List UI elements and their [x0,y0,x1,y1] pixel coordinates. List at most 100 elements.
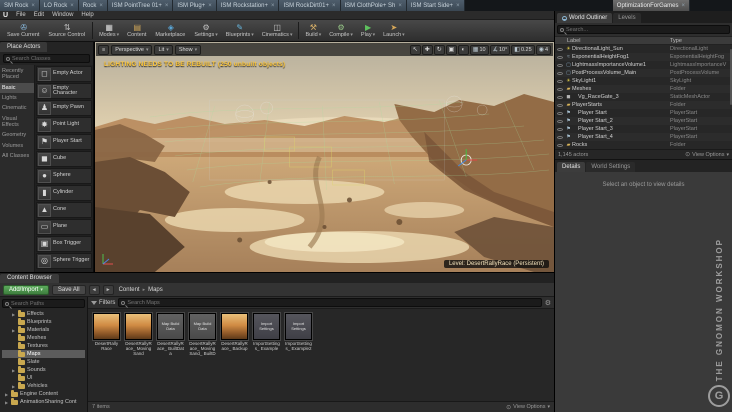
outliner-row[interactable]: ⚑ Player Start_2 PlayerStart [555,117,732,125]
folder-row[interactable]: Meshes [2,333,85,342]
place-actor-item[interactable]: ✸ Point Light [36,117,92,133]
type-column-header[interactable]: Type [670,38,732,44]
levels-tab[interactable]: Levels [613,13,641,23]
menu-item[interactable]: Edit [30,11,48,20]
lit-mode-button[interactable]: Lit [154,44,173,55]
visibility-eye-icon[interactable] [557,55,563,59]
place-actor-item[interactable]: ▮ Cylinder [36,185,92,201]
place-category[interactable]: Basic [0,82,34,93]
place-actor-item[interactable]: ◻ Empty Actor [36,66,92,82]
outliner-row[interactable]: ◼ Vg_RaceGate_3 StaticMeshActor [555,93,732,101]
outliner-row[interactable]: ▢ LightmassImportanceVolume1 LightmassIm… [555,61,732,69]
document-tab[interactable]: ISM ClothPole+ Sh [340,0,407,11]
folder-row[interactable]: Textures [2,341,85,350]
expander-arrow-icon[interactable]: ▶ [11,384,16,389]
place-category[interactable]: Geometry [0,130,34,140]
transform-tool-button[interactable]: ↖ [409,44,421,55]
menu-item[interactable]: File [12,11,30,20]
outliner-row[interactable]: ▰ PlayerStarts Folder [555,101,732,109]
outliner-row[interactable]: ⚑ Player Start PlayerStart [555,109,732,117]
menu-item[interactable]: Window [48,11,77,20]
add-import-button[interactable]: Add/Import [3,284,49,295]
outliner-row[interactable]: ▰ Meshes Folder [555,85,732,93]
visibility-eye-icon[interactable] [557,79,563,83]
visibility-eye-icon[interactable] [557,111,563,115]
cinematics-button[interactable]: ◫ Cinematics [258,20,297,41]
save-all-button[interactable]: Save All [51,284,86,295]
visibility-eye-icon[interactable] [557,95,563,99]
compile-button[interactable]: ⚙ Compile [325,20,357,41]
expander-arrow-icon[interactable]: ▶ [11,328,16,333]
document-tab[interactable]: ISM RockDirt01+ [279,0,341,11]
menu-item[interactable]: Help [77,11,97,20]
place-actor-item[interactable]: ▣ Box Trigger [36,236,92,252]
details-tab[interactable]: Details [557,162,586,172]
place-category[interactable]: Recently Placed [0,66,34,83]
folder-row[interactable]: ▶ Vehicles [2,381,85,390]
place-actor-item[interactable]: ▲ Cone [36,202,92,218]
place-category[interactable]: All Classes [0,151,34,161]
view-options-button[interactable]: ⊙ View Options [506,404,550,411]
asset-tile[interactable]: DesertRally Race [93,313,120,351]
snap-setting-button[interactable]: ◧ 0.25 [511,44,535,55]
play-button[interactable]: ▶ Play [357,20,379,41]
asset-tile[interactable]: DesertRallyRace_ Backup [221,313,248,351]
show-flags-button[interactable]: Show [174,44,202,55]
visibility-eye-icon[interactable] [557,119,563,123]
place-actor-item[interactable]: ⚑ Player Start [36,134,92,150]
view-settings-gear-icon[interactable]: ⚙ [545,299,551,307]
visibility-eye-icon[interactable] [557,135,563,139]
asset-tile[interactable]: Import Settings ImportSettings_ Example2 [285,313,312,351]
viewport-options-button[interactable]: ≡ [98,44,110,55]
level-viewport[interactable]: ≡ Perspective Lit Show [94,42,554,272]
place-actors-tab[interactable]: Place Actors [0,42,48,52]
blueprints-button[interactable]: ✎ Blueprints [222,20,258,41]
breadcrumb-item-maps[interactable]: Maps [148,287,163,293]
current-level-badge[interactable]: Level: DesertRallyRace (Persistent) [443,260,549,268]
outliner-row[interactable]: ☀ SkyLight1 SkyLight [555,77,732,85]
folder-row[interactable]: Slate [2,357,85,366]
place-actors-search-input[interactable] [12,55,87,62]
source-control-button[interactable]: ⇅ Source Control [44,20,90,41]
outliner-search-input[interactable] [566,26,727,33]
folder-row[interactable]: Blueprints [2,317,85,326]
marketplace-button[interactable]: ◈ Marketplace [151,20,190,41]
outliner-view-options-button[interactable]: ⊙ View Options [685,151,729,159]
launch-button[interactable]: ➤ Launch [379,20,409,41]
visibility-eye-icon[interactable] [557,143,563,147]
content-browser-tab[interactable]: Content Browser [0,274,59,283]
save-current-button[interactable]: ✇ Save Current [3,20,44,41]
outliner-row[interactable]: ▢ PostProcessVolume_Main PostProcessVolu… [555,69,732,77]
expander-arrow-icon[interactable]: ▶ [4,392,9,397]
asset-tile[interactable]: Map Build Data DesertRallyRace_ BuiltDat… [157,313,184,357]
place-actor-item[interactable]: ◎ Sphere Trigger [36,253,92,269]
forward-button[interactable]: ► [102,284,114,295]
document-tab[interactable]: ISM Plug+ [173,0,217,11]
settings-button[interactable]: ⚙ Settings [190,20,221,41]
transform-tool-button[interactable]: ◐ [457,44,469,55]
document-tab[interactable]: Rock [78,0,108,11]
transform-tool-button[interactable]: ▣ [445,44,457,55]
asset-tile[interactable]: Import Settings ImportSettings_ Example [253,313,280,351]
transform-tool-button[interactable]: ↻ [433,44,445,55]
place-actor-item[interactable]: ● Sphere [36,168,92,184]
visibility-eye-icon[interactable] [557,47,563,51]
folder-row[interactable]: ▶ Materials [2,325,85,334]
folder-row[interactable]: ▶ AnimationSharing Cont [2,397,85,406]
expander-arrow-icon[interactable]: ▶ [4,400,9,405]
snap-setting-button[interactable]: ▦ 10 [469,44,489,55]
folder-row[interactable]: ▶ Effects [2,309,85,318]
world-settings-tab[interactable]: World Settings [586,162,636,172]
folder-row[interactable]: Maps [2,349,85,358]
place-actor-item[interactable]: ♟ Empty Pawn [36,100,92,116]
asset-tile[interactable]: DesertRallyRace_ Moving Sand [125,313,152,357]
visibility-eye-icon[interactable] [557,127,563,131]
perspective-button[interactable]: Perspective [111,44,153,55]
place-actor-item[interactable]: ▭ Plane [36,219,92,235]
folder-row[interactable]: ▶ Engine Content [2,389,85,398]
snap-setting-button[interactable]: ◉ 4 [535,44,551,55]
transform-tool-button[interactable]: ✚ [421,44,433,55]
document-tab[interactable]: ISM PointTree 01+ [107,0,174,11]
asset-search-input[interactable] [127,299,539,306]
outliner-row[interactable]: ⚑ Player Start_4 PlayerStart [555,133,732,141]
